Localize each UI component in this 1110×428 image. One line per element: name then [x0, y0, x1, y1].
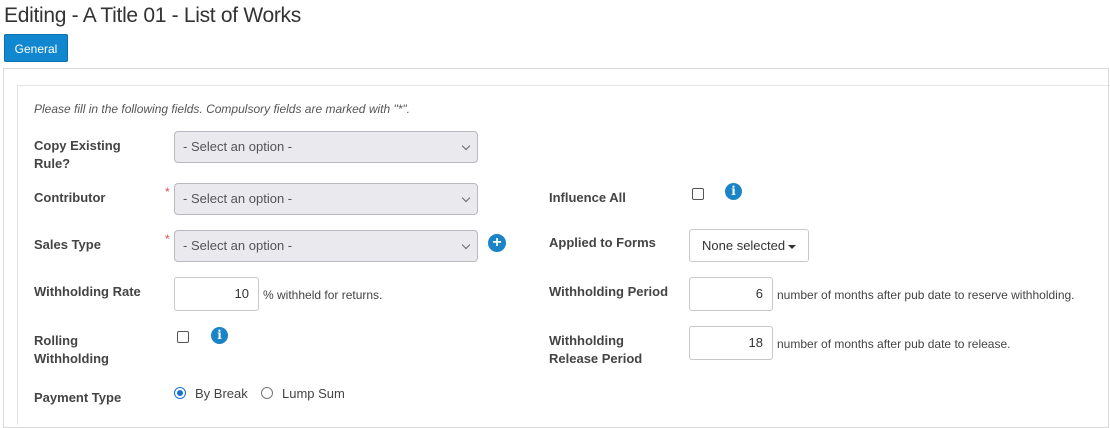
payment-type-label: Payment Type	[34, 390, 122, 405]
contributor-select[interactable]: - Select an option -	[174, 183, 478, 215]
contributor-label: Contributor	[34, 190, 106, 205]
add-sales-type-icon[interactable]: +	[488, 234, 506, 252]
page-title: Editing - A Title 01 - List of Works	[4, 4, 301, 27]
copy-existing-rule-value: - Select an option -	[183, 139, 293, 154]
applied-to-forms-value: None selected	[702, 238, 786, 253]
chevron-down-icon	[461, 141, 471, 151]
withholding-release-period-label: Withholding Release Period	[549, 333, 643, 366]
influence-all-checkbox[interactable]	[692, 188, 704, 200]
sales-type-label: Sales Type	[34, 237, 101, 252]
required-marker: *	[165, 185, 170, 199]
payment-type-by-break-radio[interactable]	[174, 387, 186, 399]
caret-down-icon	[788, 244, 797, 249]
sales-type-value: - Select an option -	[183, 238, 293, 253]
chevron-down-icon	[461, 240, 471, 250]
applied-to-forms-dropdown[interactable]: None selected	[689, 229, 810, 262]
rolling-withholding-label: Rolling Withholding	[34, 333, 109, 366]
sales-type-select[interactable]: - Select an option -	[174, 230, 478, 262]
withholding-rate-label: Withholding Rate	[34, 284, 141, 299]
withholding-release-period-input[interactable]: 18	[689, 326, 773, 360]
rolling-withholding-checkbox[interactable]	[177, 331, 189, 343]
info-icon[interactable]: i	[211, 327, 228, 344]
tab-general[interactable]: General	[4, 34, 68, 62]
withholding-rate-input[interactable]: 10	[174, 277, 259, 311]
copy-existing-rule-label: Copy Existing Rule?	[34, 138, 121, 171]
influence-all-label: Influence All	[549, 190, 626, 205]
withholding-period-input[interactable]: 6	[689, 277, 773, 311]
withholding-rate-hint: % withheld for returns.	[263, 288, 383, 302]
withholding-release-period-hint: number of months after pub date to relea…	[777, 337, 1011, 351]
payment-type-lump-sum-label[interactable]: Lump Sum	[282, 386, 345, 401]
payment-type-lump-sum-radio[interactable]	[261, 387, 273, 399]
applied-to-forms-label: Applied to Forms	[549, 235, 656, 250]
payment-type-by-break-label[interactable]: By Break	[195, 386, 248, 401]
info-icon[interactable]: i	[725, 183, 742, 200]
chevron-down-icon	[461, 193, 471, 203]
contributor-value: - Select an option -	[183, 191, 293, 206]
withholding-period-hint: number of months after pub date to reser…	[777, 288, 1075, 302]
form-instructions: Please fill in the following fields. Com…	[34, 102, 411, 116]
copy-existing-rule-select[interactable]: - Select an option -	[174, 131, 478, 163]
withholding-period-label: Withholding Period	[549, 284, 669, 299]
required-marker: *	[165, 232, 170, 246]
